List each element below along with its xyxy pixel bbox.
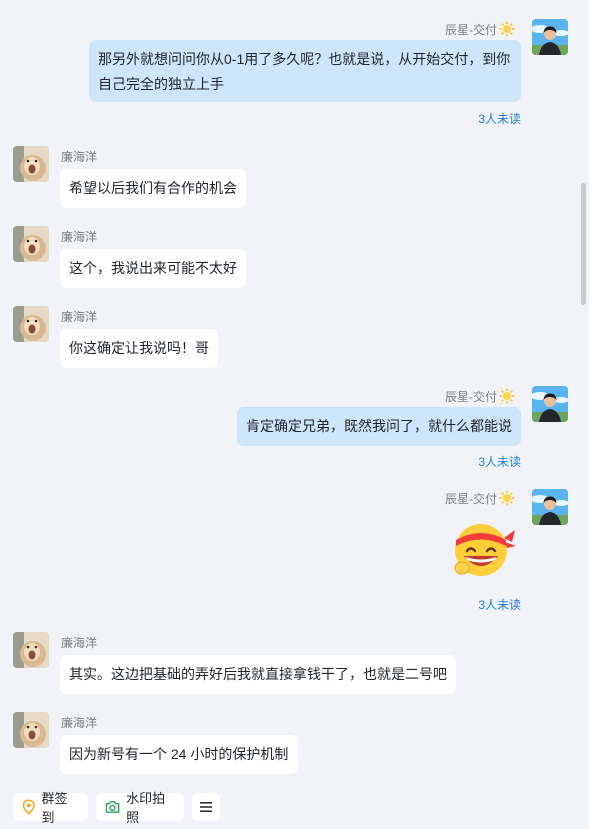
group-checkin-label: 群签到 — [41, 791, 68, 825]
message-text-line: 自己完全的独立上手 — [98, 76, 224, 92]
message-bubble[interactable]: 那另外就想问问你从0-1用了多久呢？也就是说，从开始交付，到你 自己完全的独立上… — [89, 40, 521, 102]
quick-toolbar: 群签到 水印拍照 — [0, 786, 589, 829]
unread-status[interactable]: 3人未读 — [478, 110, 521, 127]
sticker[interactable] — [449, 518, 517, 580]
message-bubble[interactable]: 你这确定让我说吗！哥 — [60, 329, 218, 368]
message-bubble[interactable]: 肯定确定兄弟，既然我问了，就什么都能说 — [237, 407, 521, 446]
message-bubble[interactable]: 这个，我说出来可能不太好 — [60, 249, 246, 288]
scrollbar[interactable] — [581, 183, 586, 305]
watermark-camera-button[interactable]: 水印拍照 — [96, 791, 184, 825]
avatar[interactable] — [13, 712, 49, 748]
sun-badge-icon — [499, 490, 515, 506]
avatar[interactable] — [532, 386, 568, 422]
message-text: 其实。这边把基础的弄好后我就直接拿钱干了，也就是二号吧 — [69, 666, 447, 682]
message-text: 因为新号有一个 24 小时的保护机制 — [69, 746, 289, 762]
message-bubble[interactable]: 希望以后我们有合作的机会 — [60, 169, 246, 208]
avatar[interactable] — [532, 489, 568, 525]
watermark-camera-label: 水印拍照 — [126, 791, 166, 825]
sender-name: 廉海洋 — [61, 310, 98, 324]
menu-icon — [200, 802, 212, 812]
location-pin-icon — [22, 799, 35, 815]
sender-name: 辰星-交付 — [445, 388, 515, 405]
unread-status[interactable]: 3人未读 — [478, 596, 521, 613]
sender-name: 辰星-交付 — [445, 490, 515, 507]
sender-name: 廉海洋 — [61, 230, 98, 244]
sender-name: 廉海洋 — [61, 150, 98, 164]
avatar[interactable] — [13, 306, 49, 342]
unread-status[interactable]: 3人未读 — [478, 453, 521, 470]
avatar[interactable] — [532, 19, 568, 55]
group-checkin-button[interactable]: 群签到 — [13, 791, 88, 825]
message-text: 你这确定让我说吗！哥 — [69, 340, 209, 356]
sender-name: 廉海洋 — [61, 716, 98, 730]
avatar[interactable] — [13, 146, 49, 182]
sender-name: 廉海洋 — [61, 636, 98, 650]
message-text: 这个，我说出来可能不太好 — [69, 260, 237, 276]
more-menu-button[interactable] — [192, 793, 220, 821]
sender-name: 辰星-交付 — [445, 21, 515, 38]
camera-icon — [105, 801, 120, 813]
message-text: 肯定确定兄弟，既然我问了，就什么都能说 — [246, 418, 512, 434]
message-text: 希望以后我们有合作的机会 — [69, 180, 237, 196]
grinning-headband-emoji-icon — [454, 524, 516, 576]
avatar[interactable] — [13, 226, 49, 262]
sun-badge-icon — [499, 388, 515, 404]
message-bubble[interactable]: 因为新号有一个 24 小时的保护机制 — [60, 735, 298, 774]
sun-badge-icon — [499, 21, 515, 37]
message-bubble[interactable]: 其实。这边把基础的弄好后我就直接拿钱干了，也就是二号吧 — [60, 655, 456, 694]
avatar[interactable] — [13, 632, 49, 668]
message-text-line: 那另外就想问问你从0-1用了多久呢？也就是说，从开始交付，到你 — [98, 51, 511, 67]
